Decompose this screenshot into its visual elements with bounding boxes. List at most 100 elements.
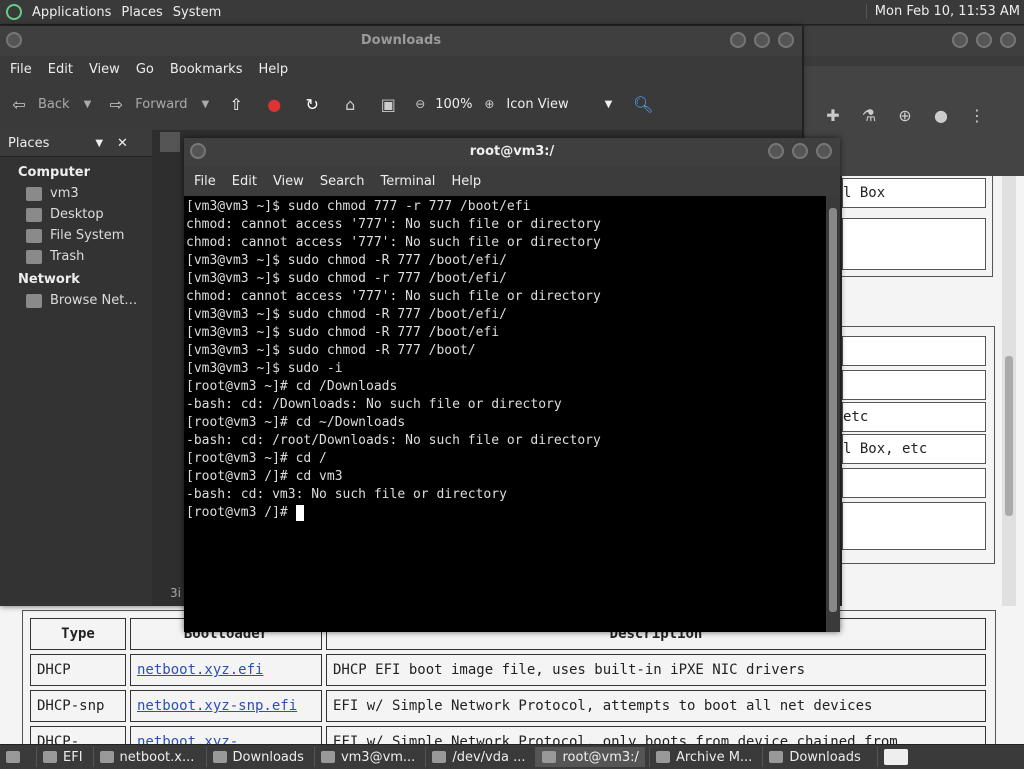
table-row: DHCP-snp netboot.xyz-snp.efi EFI w/ Simp… [30,690,986,722]
menu-places[interactable]: Places [121,5,162,20]
chevron-down-icon[interactable]: ▼ [95,138,103,149]
menu-go[interactable]: Go [136,62,154,77]
zoom-out-icon[interactable]: ⊖ [411,95,429,113]
minimize-button[interactable] [952,32,968,48]
menu-view[interactable]: View [89,62,120,77]
menu-system[interactable]: System [173,5,221,20]
maximize-button[interactable] [792,143,808,159]
terminal-line: [root@vm3 ~]# cd ~/Downloads [186,415,406,430]
computer-icon[interactable]: ▣ [379,95,397,114]
workspace-icon [883,749,908,765]
sidebar-header[interactable]: Places ▼ ✕ [0,130,152,157]
browser-page-right: l Box etc l Box, etc [842,176,1024,606]
status-fragment: 3i [170,586,181,600]
terminal-line: -bash: cd: /Downloads: No such file or d… [186,397,562,412]
menu-view[interactable]: View [273,174,304,189]
taskbar-item-downloads[interactable]: Downloads [205,747,310,767]
minimize-button[interactable] [768,143,784,159]
taskbar-item-efi[interactable]: EFI [36,747,89,767]
browser-titlebar [804,26,1024,56]
chevron-down-icon: ▼ [83,98,92,110]
menu-terminal[interactable]: Terminal [380,174,435,189]
zoom-in-icon[interactable]: ⊕ [480,95,498,113]
reload-icon[interactable]: ↻ [303,95,321,114]
terminal-line: [vm3@vm3 ~]$ sudo chmod -R 777 /boot/efi [186,325,500,340]
clock[interactable]: Mon Feb 10, 11:53 AM [865,4,1020,19]
close-button[interactable] [1000,32,1016,48]
menu-dots-icon[interactable]: ⋮ [968,106,986,125]
terminal-scrollbar[interactable] [826,196,840,632]
taskbar-item-archive-manager[interactable]: Archive M... [648,747,758,767]
terminal-icon [542,751,557,763]
chevron-down-icon[interactable]: ▼ [605,99,613,110]
zoom-level: 100% [435,96,473,112]
close-button[interactable] [778,32,794,48]
bootloader-link[interactable]: netboot.xyz.efi [137,662,263,678]
bootloader-link[interactable]: netboot.xyz-snp.efi [137,698,297,714]
download-icon[interactable]: ⊕ [896,106,914,125]
workspace-switcher[interactable] [876,747,920,767]
terminal-line: [root@vm3 /]# cd vm3 [186,469,343,484]
view-mode-select[interactable]: Icon View [506,97,568,112]
maximize-button[interactable] [976,32,992,48]
taskbar-item-root-terminal[interactable]: root@vm3:/ [535,747,645,767]
taskbar-item-vm3-terminal[interactable]: vm3@vm... [313,747,421,767]
minimize-button[interactable] [730,32,746,48]
window-menu-button[interactable] [6,32,22,48]
pane-tab[interactable] [160,132,180,152]
close-button[interactable] [816,143,832,159]
menu-file[interactable]: File [194,174,216,189]
menu-help[interactable]: Help [451,174,481,189]
menu-applications[interactable]: Applications [32,5,111,20]
terminal-icon [320,751,335,763]
terminal-prompt: [root@vm3 /]# [186,505,296,520]
window-menu-button[interactable] [190,143,206,159]
maximize-button[interactable] [754,32,770,48]
terminal-cursor [295,504,304,521]
stop-icon[interactable]: ● [265,95,283,114]
sidebar-item-desktop[interactable]: Desktop [26,207,152,222]
sidebar-item-vm3[interactable]: vm3 [26,186,152,201]
sidebar-item-browse-network[interactable]: Browse Net… [26,293,152,308]
disk-icon [432,751,447,763]
home-folder-icon[interactable]: ⌂ [341,95,359,114]
distro-logo-icon[interactable] [6,4,22,20]
menu-file[interactable]: File [10,62,32,77]
drive-icon [26,228,42,243]
sidebar-item-file-system[interactable]: File System [26,228,152,243]
browser-scrollbar[interactable] [1002,176,1016,606]
table-row: DHCP netboot.xyz.efi DHCP EFI boot image… [30,654,986,686]
terminal-line: -bash: cd: /root/Downloads: No such file… [186,433,601,448]
menu-edit[interactable]: Edit [232,174,257,189]
back-button[interactable]: ⇦ Back ▼ [10,95,92,114]
menu-edit[interactable]: Edit [48,62,73,77]
lab-flask-icon[interactable]: ⚗ [860,106,878,125]
sidebar-item-trash[interactable]: Trash [26,249,152,264]
taskbar-item-dev-vda[interactable]: /dev/vda ... [425,747,531,767]
places-sidebar: Places ▼ ✕ Computer vm3 Desktop File Sys… [0,130,152,606]
taskbar-item-downloads-2[interactable]: Downloads [762,747,866,767]
forward-button[interactable]: ⇨ Forward ▼ [107,95,210,114]
folder-icon [769,751,784,763]
up-arrow-icon[interactable]: ⇧ [227,95,245,114]
search-icon[interactable]: 🔍︎ [633,95,653,114]
extensions-icon[interactable]: ✚ [824,106,842,125]
profile-icon[interactable]: ● [932,106,950,125]
terminal-line: chmod: cannot access '777': No such file… [186,217,601,232]
trash-icon [26,249,42,264]
terminal-titlebar: root@vm3:/ [184,138,840,166]
folder-icon [212,751,227,763]
menu-search[interactable]: Search [320,174,365,189]
terminal-line: [vm3@vm3 ~]$ sudo chmod -r 777 /boot/efi… [186,271,507,286]
table-header-type: Type [30,618,126,650]
close-icon[interactable]: ✕ [117,136,128,151]
terminal-line: [root@vm3 ~]# cd /Downloads [186,379,398,394]
terminal-output[interactable]: [vm3@vm3 ~]$ sudo chmod 777 -r 777 /boot… [184,196,826,632]
bootloader-table: Type Bootloader Description DHCP netboot… [26,614,990,762]
menu-help[interactable]: Help [258,62,288,77]
menu-bookmarks[interactable]: Bookmarks [170,62,243,77]
file-manager-toolbar: ⇦ Back ▼ ⇨ Forward ▼ ⇧ ● ↻ ⌂ ▣ ⊖ 100% ⊕ … [0,82,802,126]
scrollbar-thumb[interactable] [829,208,837,612]
taskbar-item-browser[interactable]: netboot.x... [92,747,202,767]
show-desktop-button[interactable] [0,747,32,767]
